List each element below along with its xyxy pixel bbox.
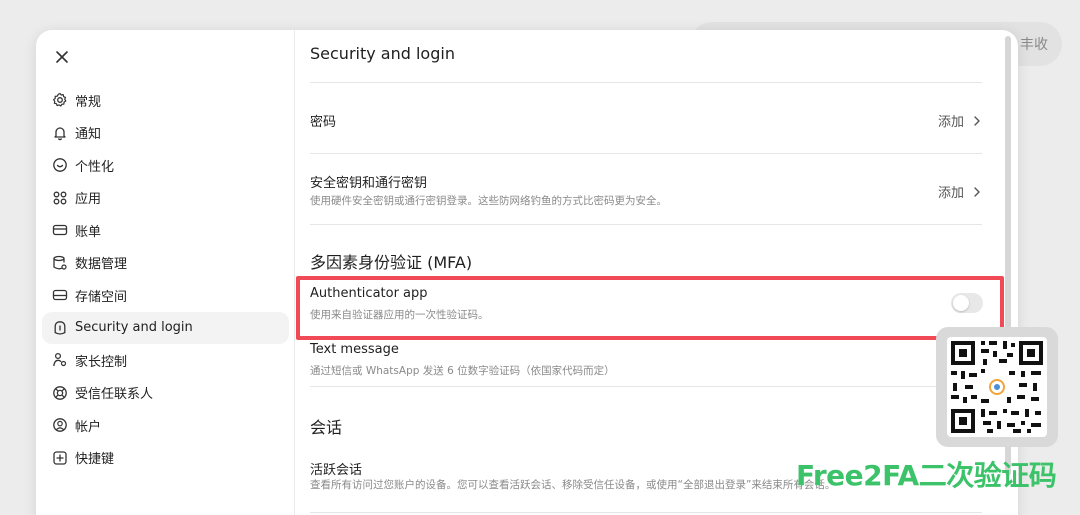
page-title: Security and login — [310, 44, 455, 63]
divider — [310, 224, 982, 225]
sidebar-item-label: 存储空间 — [75, 289, 128, 305]
sms-title: Text message — [310, 342, 399, 357]
settings-content: Security and login 密码 添加 安全密钥和通行密钥 使用硬件安… — [310, 30, 983, 515]
sms-description: 通过短信或 WhatsApp 发送 6 位数字验证码（依国家代码而定） — [310, 365, 615, 377]
storage-icon — [52, 287, 68, 303]
passkey-title: 安全密钥和通行密钥 — [310, 176, 428, 191]
qr-code-card — [936, 327, 1058, 447]
sidebar-item-data-controls[interactable]: 数据管理 — [42, 247, 289, 280]
sidebar-item-billing[interactable]: 账单 — [42, 214, 289, 247]
sidebar-item-storage[interactable]: 存储空间 — [42, 279, 289, 312]
card-icon — [52, 222, 68, 238]
chevron-right-icon — [974, 186, 980, 197]
sidebar-item-notifications[interactable]: 通知 — [42, 117, 289, 150]
qr-code — [947, 337, 1047, 437]
sidebar-item-label: 快捷键 — [75, 452, 115, 468]
qr-code-icon — [951, 341, 1043, 433]
database-icon — [52, 255, 68, 271]
account-icon — [52, 417, 68, 433]
lock-icon — [52, 320, 68, 336]
personalize-icon — [52, 157, 68, 173]
background-pill-text: 丰收 — [1020, 37, 1048, 53]
chevron-right-icon — [974, 115, 980, 126]
settings-sidebar: 常规 通知 个性化 应用 账单 数据管理 存储空间 Security and l… — [36, 30, 295, 515]
sidebar-item-label: Security and login — [75, 320, 193, 336]
sidebar-item-security[interactable]: Security and login — [42, 311, 289, 344]
authenticator-title: Authenticator app — [310, 286, 428, 301]
parental-icon — [52, 352, 68, 368]
sidebar-item-account[interactable]: 帐户 — [42, 409, 289, 442]
sidebar-item-label: 通知 — [75, 127, 102, 143]
close-icon — [56, 51, 68, 63]
sessions-section-title: 会话 — [310, 418, 343, 437]
authenticator-description: 使用来自验证器应用的一次性验证码。 — [310, 309, 489, 321]
divider — [310, 386, 982, 387]
active-sessions-description: 查看所有访问过您账户的设备。您可以查看活跃会话、移除受信任设备，或使用“全部退出… — [310, 479, 836, 491]
shortcut-icon — [52, 450, 68, 466]
sidebar-nav: 常规 通知 个性化 应用 账单 数据管理 存储空间 Security and l… — [42, 84, 289, 474]
sidebar-item-personalization[interactable]: 个性化 — [42, 149, 289, 182]
password-add-label: 添加 — [937, 115, 964, 130]
password-add-button[interactable]: 添加 — [938, 111, 982, 130]
settings-modal: 常规 通知 个性化 应用 账单 数据管理 存储空间 Security and l… — [36, 30, 1018, 515]
passkey-description: 使用硬件安全密钥或通行密钥登录。这些防网络钓鱼的方式比密码更为安全。 — [310, 195, 667, 207]
sidebar-item-trusted-contacts[interactable]: 受信任联系人 — [42, 377, 289, 410]
sidebar-item-label: 个性化 — [75, 159, 115, 175]
sidebar-item-label: 常规 — [75, 94, 102, 110]
divider — [310, 512, 982, 513]
passkey-add-label: 添加 — [937, 186, 964, 201]
sidebar-item-label: 数据管理 — [75, 257, 128, 273]
authenticator-toggle[interactable] — [951, 293, 983, 313]
sidebar-item-label: 家长控制 — [75, 354, 128, 370]
sidebar-item-general[interactable]: 常规 — [42, 84, 289, 117]
sidebar-item-parental-controls[interactable]: 家长控制 — [42, 344, 289, 377]
sidebar-item-shortcuts[interactable]: 快捷键 — [42, 442, 289, 475]
apps-icon — [52, 190, 68, 206]
sidebar-item-label: 账单 — [75, 224, 102, 240]
sidebar-item-apps[interactable]: 应用 — [42, 182, 289, 215]
active-sessions-title: 活跃会话 — [310, 463, 363, 478]
divider — [310, 153, 982, 154]
close-button[interactable] — [50, 45, 74, 69]
password-title: 密码 — [310, 115, 337, 130]
passkey-add-button[interactable]: 添加 — [938, 182, 982, 201]
watermark-text: Free2FA二次验证码 — [796, 459, 1057, 492]
sidebar-item-label: 受信任联系人 — [75, 387, 154, 403]
divider — [310, 82, 982, 83]
lifebuoy-icon — [52, 385, 68, 401]
gear-icon — [52, 92, 68, 108]
sidebar-item-label: 帐户 — [75, 419, 102, 435]
mfa-section-title: 多因素身份验证 (MFA) — [310, 253, 473, 272]
bell-icon — [52, 125, 68, 141]
sidebar-item-label: 应用 — [75, 192, 102, 208]
